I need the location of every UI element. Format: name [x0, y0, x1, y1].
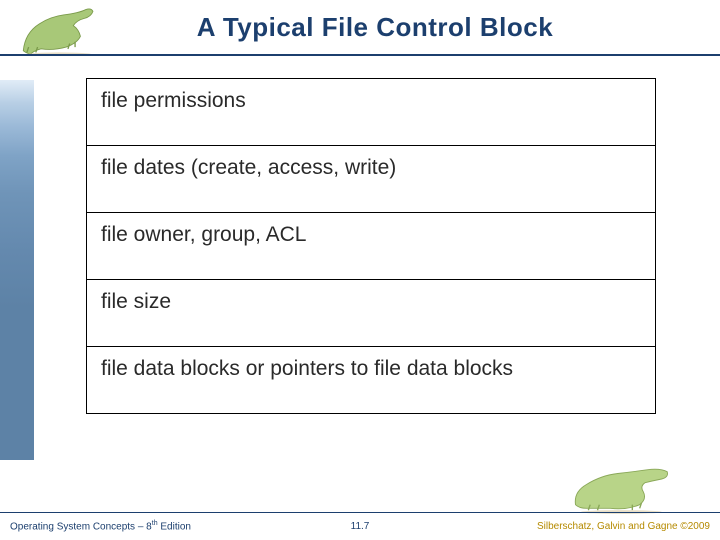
dinosaur-top-left-icon [14, 6, 104, 56]
footer-left-text: Operating System Concepts – 8th Edition [10, 520, 191, 532]
fcb-table: file permissions file dates (create, acc… [86, 78, 656, 414]
dinosaur-bottom-right-icon [570, 466, 680, 514]
footer-page-number: 11.7 [351, 521, 370, 532]
fcb-row: file size [87, 280, 656, 347]
fcb-row: file dates (create, access, write) [87, 146, 656, 213]
fcb-row: file owner, group, ACL [87, 213, 656, 280]
slide-header: A Typical File Control Block [0, 0, 720, 56]
title-underline [0, 54, 720, 56]
slide-title: A Typical File Control Block [0, 12, 720, 43]
left-sidebar-accent [0, 80, 34, 460]
slide-footer: Operating System Concepts – 8th Edition … [0, 512, 720, 540]
fcb-diagram: file permissions file dates (create, acc… [86, 78, 656, 414]
footer-copyright: Silberschatz, Galvin and Gagne ©2009 [537, 521, 710, 532]
footer-book-title-suffix: Edition [158, 522, 191, 533]
footer-book-title-prefix: Operating System Concepts – 8 [10, 522, 152, 533]
fcb-row: file data blocks or pointers to file dat… [87, 347, 656, 414]
fcb-row: file permissions [87, 79, 656, 146]
